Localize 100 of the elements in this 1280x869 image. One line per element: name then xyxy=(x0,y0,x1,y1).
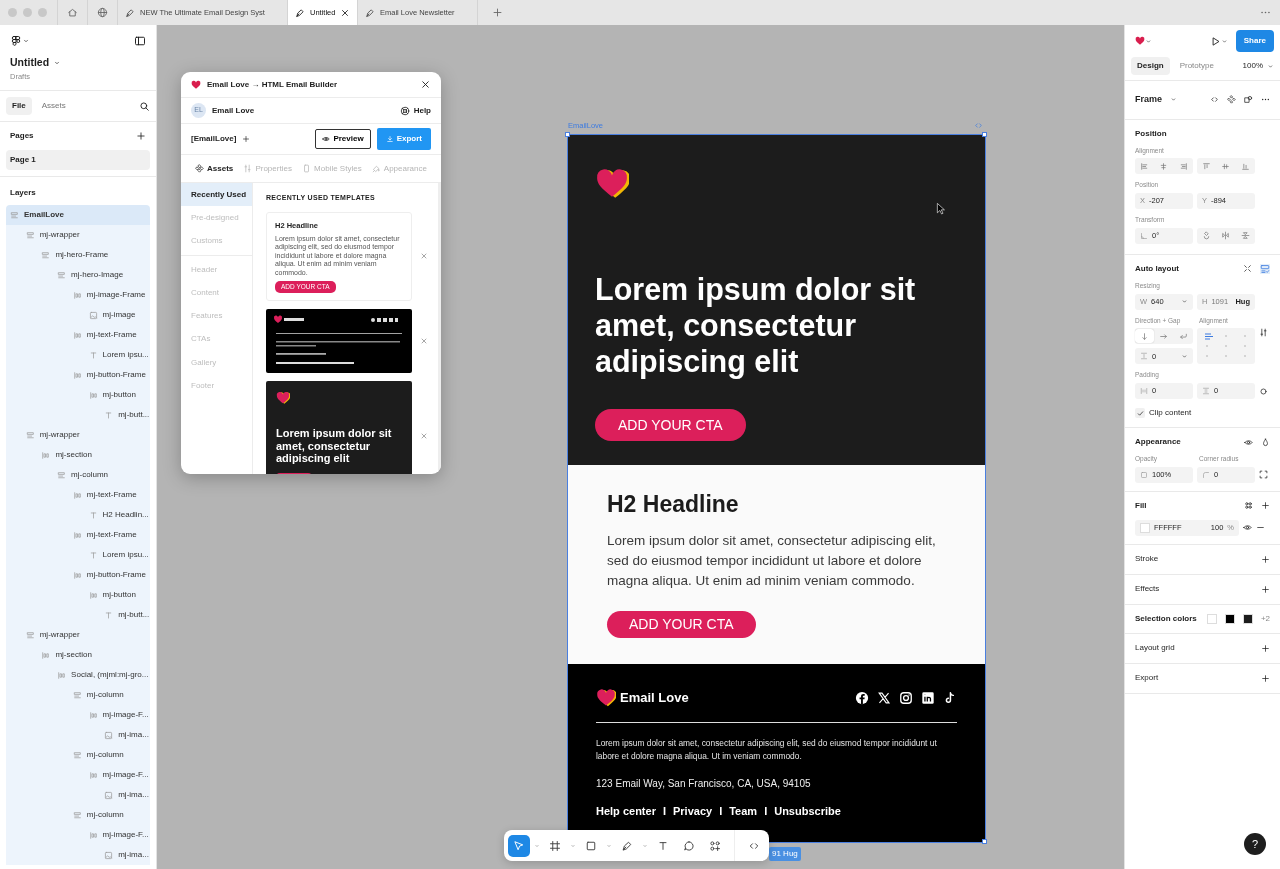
heart-icon[interactable] xyxy=(1135,36,1145,46)
caret-icon[interactable] xyxy=(1170,96,1177,104)
plugin-tab[interactable]: Assets xyxy=(195,162,234,175)
layer-item[interactable]: mj-butt... xyxy=(6,405,150,425)
selection-type[interactable]: Frame xyxy=(1135,93,1162,107)
x-icon[interactable] xyxy=(877,691,891,705)
layer-item[interactable]: mj-column xyxy=(6,685,150,705)
more-count[interactable]: +2 xyxy=(1260,612,1270,625)
sidebar-toggle-icon[interactable] xyxy=(134,35,146,47)
close-icon[interactable] xyxy=(340,7,351,18)
cta-button[interactable]: ADD YOUR CTA xyxy=(607,610,756,638)
caret-icon[interactable] xyxy=(1220,37,1228,45)
align-top-icon[interactable] xyxy=(1202,161,1212,171)
settings-icon[interactable] xyxy=(1259,328,1268,338)
layer-item[interactable]: mj-image xyxy=(6,305,150,325)
layer-item[interactable]: mj-butt... xyxy=(6,605,150,625)
layer-item[interactable]: mj-text-Frame xyxy=(6,525,150,545)
caret-icon[interactable] xyxy=(1181,352,1188,360)
footer-link[interactable]: Help center xyxy=(596,803,656,820)
add-icon[interactable] xyxy=(242,135,251,143)
flip-vertical-icon[interactable] xyxy=(1240,231,1250,241)
visibility-icon[interactable] xyxy=(1243,523,1252,533)
align-middle-icon[interactable] xyxy=(1221,161,1231,171)
layer-item[interactable]: mj-text-Frame xyxy=(6,325,150,345)
cta-button[interactable]: ADD YOUR CTA xyxy=(595,409,746,441)
add-icon[interactable] xyxy=(1261,673,1270,683)
help-label[interactable]: Help xyxy=(413,104,431,117)
layer-item[interactable]: mj-image-Frame xyxy=(6,285,150,305)
layer-item[interactable]: mj-ima... xyxy=(6,845,150,865)
footer-link[interactable]: Team xyxy=(729,803,758,820)
inspect-icon[interactable] xyxy=(1244,95,1253,105)
add-icon[interactable] xyxy=(1261,643,1270,653)
template-card[interactable]: Lorem ipsum dolor sit amet, consectetur adipiscing elit xyxy=(266,381,412,474)
layer-item[interactable]: H2 Headlin... xyxy=(6,505,150,525)
footer-link[interactable]: Unsubscribe xyxy=(774,803,841,820)
layer-item[interactable]: mj-hero-Frame xyxy=(6,245,150,265)
layer-item[interactable]: Social, (mjml:mj-gro... xyxy=(6,665,150,685)
add-page-icon[interactable] xyxy=(136,131,146,141)
layer-item[interactable]: mj-ima... xyxy=(6,725,150,745)
styles-icon[interactable] xyxy=(1244,501,1253,511)
code-icon[interactable] xyxy=(1210,95,1219,105)
layer-item[interactable]: mj-column xyxy=(6,745,150,765)
color-swatch[interactable] xyxy=(1242,613,1253,624)
add-icon[interactable] xyxy=(1261,584,1270,594)
category-item[interactable]: Recently Used xyxy=(181,183,252,207)
close-icon[interactable] xyxy=(420,79,431,90)
zoom-level[interactable]: 100% xyxy=(1242,60,1263,72)
globe-icon[interactable] xyxy=(97,7,108,18)
color-swatch[interactable] xyxy=(1206,613,1217,624)
layout-icon[interactable] xyxy=(1260,263,1270,274)
add-icon[interactable] xyxy=(1261,501,1270,511)
padding-mode-icon[interactable] xyxy=(1259,386,1268,396)
panel-tab[interactable]: Assets xyxy=(35,97,72,115)
resize-handle[interactable] xyxy=(982,839,987,844)
logo-icon[interactable] xyxy=(10,35,22,47)
footer-link[interactable]: Privacy xyxy=(673,803,713,820)
layer-item[interactable]: mj-image-F... xyxy=(6,765,150,785)
layer-item[interactable]: mj-section xyxy=(6,445,150,465)
caret-icon[interactable] xyxy=(1145,37,1152,45)
add-icon[interactable] xyxy=(1261,554,1270,564)
layer-item[interactable]: mj-section xyxy=(6,645,150,665)
resize-handle[interactable] xyxy=(565,132,570,137)
align-center-icon[interactable] xyxy=(1159,161,1169,171)
layer-item[interactable]: mj-button-Frame xyxy=(6,365,150,385)
layer-item[interactable]: mj-wrapper xyxy=(6,225,150,245)
caret-icon[interactable] xyxy=(1181,298,1188,305)
page-item[interactable]: Page 1 xyxy=(6,150,150,170)
layer-item[interactable]: mj-ima... xyxy=(6,785,150,805)
color-swatch[interactable] xyxy=(1140,522,1150,533)
color-swatch[interactable] xyxy=(1224,613,1235,624)
flip-horizontal-icon[interactable] xyxy=(1221,231,1231,241)
layer-item[interactable]: mj-wrapper xyxy=(6,625,150,645)
layer-item[interactable]: mj-button-Frame xyxy=(6,565,150,585)
corners-icon[interactable] xyxy=(1259,470,1268,480)
direction-option[interactable] xyxy=(1135,329,1155,344)
layer-item[interactable]: mj-column xyxy=(6,805,150,825)
checkbox[interactable] xyxy=(1135,408,1145,418)
layer-item[interactable]: mj-button xyxy=(6,585,150,605)
panel-tab[interactable]: Prototype xyxy=(1173,57,1220,75)
layer-item[interactable]: mj-image-F... xyxy=(6,825,150,845)
caret-icon[interactable] xyxy=(1267,62,1274,70)
linkedin-icon[interactable] xyxy=(921,691,935,705)
new-tab-icon[interactable] xyxy=(491,7,503,18)
checkbox-label[interactable]: Clip content xyxy=(1149,407,1192,419)
instagram-icon[interactable] xyxy=(899,691,913,705)
align-bottom-icon[interactable] xyxy=(1240,161,1250,171)
blend-icon[interactable] xyxy=(1261,437,1270,447)
layer-item[interactable]: EmailLove xyxy=(6,205,150,225)
align-right-icon[interactable] xyxy=(1178,161,1188,171)
resize-handle[interactable] xyxy=(982,132,987,137)
layer-item[interactable]: mj-hero-Image xyxy=(6,265,150,285)
home-icon[interactable] xyxy=(67,7,78,18)
panel-tab[interactable]: Design xyxy=(1131,57,1170,75)
panel-tab[interactable]: File xyxy=(6,97,32,115)
help-button[interactable]: ? xyxy=(1244,833,1266,855)
align-left-icon[interactable] xyxy=(1140,161,1150,171)
layer-item[interactable]: mj-column xyxy=(6,465,150,485)
facebook-icon[interactable] xyxy=(855,691,869,705)
collapse-icon[interactable] xyxy=(1243,264,1252,274)
component-icon[interactable] xyxy=(1227,95,1236,105)
